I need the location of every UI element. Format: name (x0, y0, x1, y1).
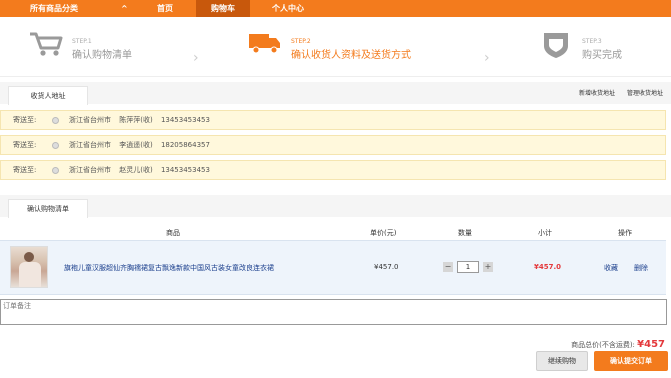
address-region: 浙江省台州市 (69, 141, 111, 149)
quantity-input[interactable]: 1 (457, 261, 479, 273)
order-total: 商品总价(不含运费): ¥457 (571, 339, 665, 350)
address-radio[interactable] (52, 142, 59, 149)
nav-personal-center[interactable]: 个人中心 (258, 0, 318, 17)
col-subtotal: 小计 (538, 229, 552, 237)
address-region: 浙江省台州市 (69, 116, 111, 124)
shield-check-icon (544, 33, 568, 58)
top-nav-bar: 所有商品分类 ^ 首页 购物车 个人中心 (0, 0, 671, 17)
step-2-label: 确认收货人资料及送货方式 (291, 50, 411, 61)
all-categories-label: 所有商品分类 (30, 4, 78, 13)
address-receiver: 李逍遥(收) (119, 141, 153, 149)
nav-home[interactable]: 首页 (140, 0, 190, 17)
tab-confirm-cart[interactable]: 确认购物清单 (8, 199, 88, 218)
address-text: 浙江省台州市 赵灵儿(收) 13453453453 (69, 161, 216, 180)
total-value: 457 (644, 339, 665, 350)
ship-to-label: 寄送至: (13, 166, 37, 174)
col-quantity: 数量 (458, 229, 472, 237)
address-option[interactable]: 寄送至: 浙江省台州市 陈萍萍(收) 13453453453 (0, 110, 666, 130)
cart-section-header: 确认购物清单 (0, 195, 671, 218)
ship-to-label: 寄送至: (13, 116, 37, 124)
col-actions: 操作 (618, 229, 632, 237)
address-phone: 18205864357 (160, 141, 210, 149)
address-links: 新增收货地址 管理收货地址 (569, 88, 663, 97)
all-categories-menu[interactable]: 所有商品分类 ^ (0, 0, 140, 17)
address-option[interactable]: 寄送至: 浙江省台州市 李逍遥(收) 18205864357 (0, 135, 666, 155)
address-phone: 13453453453 (160, 166, 210, 174)
favorite-link[interactable]: 收藏 (604, 263, 618, 273)
address-radio[interactable] (52, 117, 59, 124)
step-3-label: 购买完成 (582, 50, 622, 61)
step-separator-icon: › (193, 50, 199, 66)
truck-icon (249, 34, 280, 54)
submit-order-button[interactable]: 确认提交订单 (594, 351, 668, 371)
address-receiver: 陈萍萍(收) (119, 116, 153, 124)
step-3-number: STEP.3 (582, 38, 602, 45)
step-2: STEP.2 确认收货人资料及送货方式 (248, 17, 478, 77)
step-separator-icon: › (484, 50, 490, 66)
checkout-steps: STEP.1 确认购物清单 › STEP.2 确认收货人资料及送货方式 › ST… (0, 17, 671, 77)
address-region: 浙江省台州市 (69, 166, 111, 174)
ship-to-label: 寄送至: (13, 141, 37, 149)
table-row: 旗袍儿童汉服超仙齐胸襦裙复古飘逸新款中国风古装女童改良连衣裙 ¥457.0 − … (0, 240, 666, 295)
step-1-label: 确认购物清单 (72, 50, 132, 61)
total-label: 商品总价(不含运费): (571, 341, 635, 349)
col-product: 商品 (166, 229, 180, 237)
address-text: 浙江省台州市 李逍遥(收) 18205864357 (69, 136, 216, 155)
delete-link[interactable]: 删除 (634, 263, 648, 273)
add-address-link[interactable]: 新增收货地址 (579, 90, 615, 97)
unit-price: ¥457.0 (374, 263, 399, 271)
cart-table-header: 商品 单价(元) 数量 小计 操作 (0, 224, 671, 240)
cart-icon (30, 32, 63, 56)
address-option[interactable]: 寄送至: 浙江省台州市 赵灵儿(收) 13453453453 (0, 160, 666, 180)
quantity-minus-button[interactable]: − (443, 262, 453, 272)
nav-cart[interactable]: 购物车 (196, 0, 250, 17)
quantity-plus-button[interactable]: + (483, 262, 493, 272)
col-unit-price: 单价(元) (370, 229, 397, 237)
step-1-number: STEP.1 (72, 38, 92, 45)
order-remark-input[interactable] (0, 299, 667, 325)
manage-address-link[interactable]: 管理收货地址 (627, 90, 663, 97)
step-3: STEP.3 购买完成 (540, 17, 660, 77)
product-thumbnail[interactable] (10, 246, 48, 288)
address-receiver: 赵灵儿(收) (119, 166, 153, 174)
step-2-number: STEP.2 (291, 38, 311, 45)
address-section-header: 收货人地址 新增收货地址 管理收货地址 (0, 82, 671, 105)
tab-receiver-address[interactable]: 收货人地址 (8, 86, 88, 105)
address-radio[interactable] (52, 167, 59, 174)
chevron-up-icon: ^ (121, 4, 128, 13)
step-1: STEP.1 确认购物清单 (28, 17, 208, 77)
product-name-link[interactable]: 旗袍儿童汉服超仙齐胸襦裙复古飘逸新款中国风古装女童改良连衣裙 (64, 263, 274, 273)
continue-shopping-button[interactable]: 继续购物 (536, 351, 588, 371)
address-phone: 13453453453 (160, 116, 210, 124)
item-subtotal: ¥457.0 (534, 263, 562, 271)
address-text: 浙江省台州市 陈萍萍(收) 13453453453 (69, 111, 216, 130)
